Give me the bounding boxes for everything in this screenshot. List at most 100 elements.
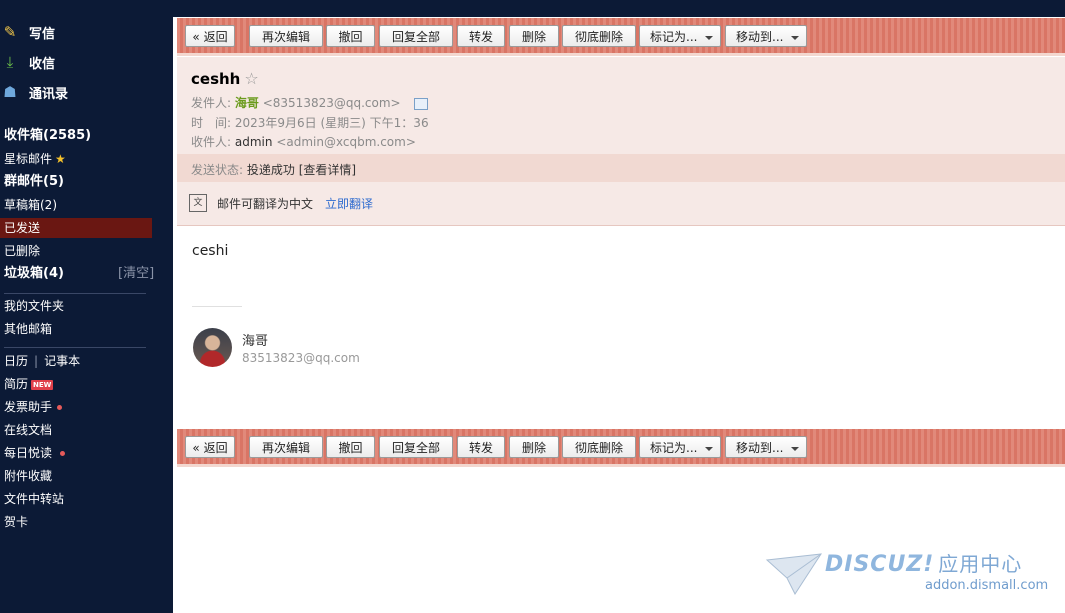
- resume-label: 简历: [4, 377, 29, 391]
- delete-button[interactable]: 删除: [509, 436, 559, 458]
- junk-label: 垃圾箱(4): [4, 266, 64, 281]
- star-icon[interactable]: ☆: [244, 69, 258, 88]
- sidebar-item-daily-read[interactable]: 每日悦读: [4, 443, 66, 463]
- reply-all-button[interactable]: 回复全部: [379, 436, 453, 458]
- move-to-label: 移动到...: [736, 441, 784, 455]
- time-value: 2023年9月6日 (星期三) 下午1：36: [234, 116, 429, 130]
- time-label: 时 间:: [191, 116, 232, 130]
- message-header: ceshh ☆ 发件人: 海哥 <83513823@qq.com> 时 间: 20…: [177, 57, 1065, 226]
- chevron-down-icon: [705, 36, 713, 40]
- back-button[interactable]: « 返回: [185, 25, 235, 47]
- sender-row: 发件人: 海哥 <83513823@qq.com>: [191, 94, 429, 111]
- reedit-button[interactable]: 再次编辑: [249, 25, 323, 47]
- chevron-down-icon: [705, 447, 713, 451]
- pencil-icon: ✎: [3, 23, 17, 41]
- delete-button[interactable]: 删除: [509, 25, 559, 47]
- recall-button[interactable]: 撤回: [326, 436, 375, 458]
- signature-name: 海哥: [242, 334, 269, 349]
- message-body: ceshi: [192, 243, 229, 259]
- top-toolbar: « 返回 再次编辑 撤回 回复全部 转发 删除 彻底删除 标记为... 移动到.…: [177, 18, 1065, 56]
- forward-button[interactable]: 转发: [457, 436, 505, 458]
- sender-email: <83513823@qq.com>: [262, 96, 401, 110]
- sidebar-item-invoice[interactable]: 发票助手: [4, 397, 63, 417]
- watermark-brand: DISCUZ! 应用中心: [825, 548, 1022, 577]
- reply-all-button[interactable]: 回复全部: [379, 25, 453, 47]
- compose-link[interactable]: ✎ 写信: [0, 20, 55, 44]
- sidebar-item-my-folders[interactable]: 我的文件夹: [4, 296, 64, 316]
- sidebar-item-starred[interactable]: 星标邮件 ★: [4, 149, 66, 169]
- status-value: 投递成功: [246, 163, 295, 177]
- sidebar: ✎ 写信 ⤓ 收信 ☗ 通讯录 收件箱(2585) 星标邮件 ★ 群邮件(5) 草…: [0, 0, 173, 613]
- sidebar-item-file-transfer[interactable]: 文件中转站: [4, 489, 64, 509]
- mark-as-label: 标记为...: [650, 441, 698, 455]
- sidebar-item-junk[interactable]: 垃圾箱(4) [清空]: [4, 264, 154, 284]
- sidebar-item-inbox[interactable]: 收件箱(2585): [4, 126, 91, 146]
- permanent-delete-button[interactable]: 彻底删除: [562, 436, 636, 458]
- recipient-email: <admin@xcqbm.com>: [276, 135, 416, 149]
- move-to-dropdown[interactable]: 移动到...: [725, 25, 807, 47]
- time-row: 时 间: 2023年9月6日 (星期三) 下午1：36: [191, 114, 429, 131]
- to-label: 收件人:: [191, 135, 232, 149]
- star-icon: ★: [55, 152, 66, 166]
- signature-email: 83513823@qq.com: [242, 351, 360, 365]
- from-label: 发件人:: [191, 96, 232, 110]
- delivery-status-band: 发送状态: 投递成功 [查看详情]: [177, 154, 1065, 182]
- recall-button[interactable]: 撤回: [326, 25, 375, 47]
- translate-bar: 文 邮件可翻译为中文 立即翻译: [189, 193, 373, 213]
- watermark-brand-text: DISCUZ!: [825, 552, 935, 577]
- translate-icon: 文: [189, 194, 207, 212]
- junk-clear-link[interactable]: [清空]: [118, 264, 154, 284]
- sidebar-divider: [4, 293, 146, 294]
- paper-plane-icon: [765, 553, 822, 596]
- contact-card-icon[interactable]: [414, 97, 429, 110]
- watermark-brand-cn: 应用中心: [938, 552, 1023, 576]
- sidebar-item-deleted[interactable]: 已删除: [4, 241, 40, 261]
- new-badge: NEW: [31, 379, 54, 390]
- watermark-url: addon.dismall.com: [925, 578, 1049, 593]
- receive-label: 收信: [29, 56, 56, 72]
- signature-divider: [192, 306, 242, 307]
- forward-button[interactable]: 转发: [457, 25, 505, 47]
- sidebar-item-resume[interactable]: 简历 NEW: [4, 374, 54, 394]
- notebook-link[interactable]: 记事本: [44, 354, 80, 368]
- notification-dot: [57, 405, 63, 410]
- back-button[interactable]: « 返回: [185, 436, 235, 458]
- bottom-toolbar: « 返回 再次编辑 撤回 回复全部 转发 删除 彻底删除 标记为... 移动到.…: [177, 429, 1065, 467]
- move-to-label: 移动到...: [736, 30, 784, 44]
- download-icon: ⤓: [6, 53, 14, 71]
- sidebar-item-sent[interactable]: 已发送: [0, 218, 152, 238]
- mark-as-label: 标记为...: [650, 30, 698, 44]
- chevron-down-icon: [791, 36, 799, 40]
- receive-link[interactable]: ⤓ 收信: [0, 50, 55, 74]
- contacts-label: 通讯录: [29, 86, 69, 102]
- sidebar-item-online-docs[interactable]: 在线文档: [4, 420, 52, 440]
- reedit-button[interactable]: 再次编辑: [249, 436, 323, 458]
- watermark: DISCUZ! 应用中心 addon.dismall.com: [765, 548, 1055, 598]
- sidebar-item-attachments[interactable]: 附件收藏: [4, 466, 52, 486]
- subject-text: ceshh: [191, 70, 241, 88]
- contacts-link[interactable]: ☗ 通讯录: [0, 80, 68, 104]
- recipient-name[interactable]: admin: [235, 135, 273, 149]
- calendar-link[interactable]: 日历: [4, 354, 28, 368]
- sender-name[interactable]: 海哥: [235, 96, 259, 110]
- permanent-delete-button[interactable]: 彻底删除: [562, 25, 636, 47]
- sidebar-item-drafts[interactable]: 草稿箱(2): [4, 195, 57, 215]
- avatar[interactable]: [193, 328, 232, 367]
- invoice-label: 发票助手: [4, 400, 53, 414]
- mark-as-dropdown[interactable]: 标记为...: [639, 25, 721, 47]
- sidebar-item-card[interactable]: 贺卡: [4, 512, 28, 532]
- translate-now-link[interactable]: 立即翻译: [325, 195, 373, 212]
- mark-as-dropdown[interactable]: 标记为...: [639, 436, 721, 458]
- compose-label: 写信: [29, 26, 56, 42]
- translate-text: 邮件可翻译为中文: [217, 196, 314, 211]
- daily-read-label: 每日悦读: [4, 446, 53, 460]
- contact-card-icon: ☗: [3, 83, 17, 101]
- pipe-separator: |: [34, 354, 39, 368]
- sidebar-item-other-mail[interactable]: 其他邮箱: [4, 319, 52, 339]
- delivery-status-row: 发送状态: 投递成功 [查看详情]: [191, 161, 356, 178]
- sidebar-item-group[interactable]: 群邮件(5): [4, 172, 64, 192]
- recipient-row: 收件人: admin <admin@xcqbm.com>: [191, 133, 416, 150]
- move-to-dropdown[interactable]: 移动到...: [725, 436, 807, 458]
- status-details-link[interactable]: [查看详情]: [299, 163, 356, 177]
- starred-label: 星标邮件: [4, 152, 53, 166]
